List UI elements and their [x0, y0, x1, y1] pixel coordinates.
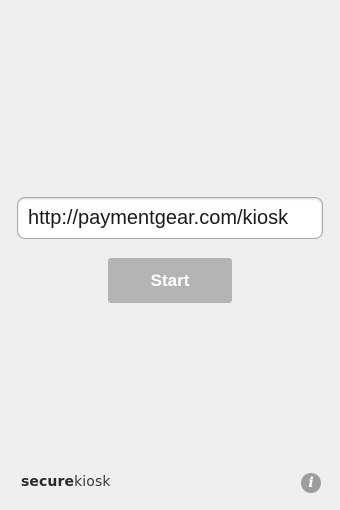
brand-logo-kiosk: kiosk: [74, 474, 111, 490]
start-button[interactable]: Start: [108, 258, 232, 303]
info-icon[interactable]: i: [301, 473, 321, 493]
url-input[interactable]: [17, 197, 323, 239]
info-icon-glyph: i: [308, 475, 314, 491]
brand-logo: securekiosk: [21, 474, 111, 490]
brand-logo-secure: secure: [21, 474, 75, 490]
